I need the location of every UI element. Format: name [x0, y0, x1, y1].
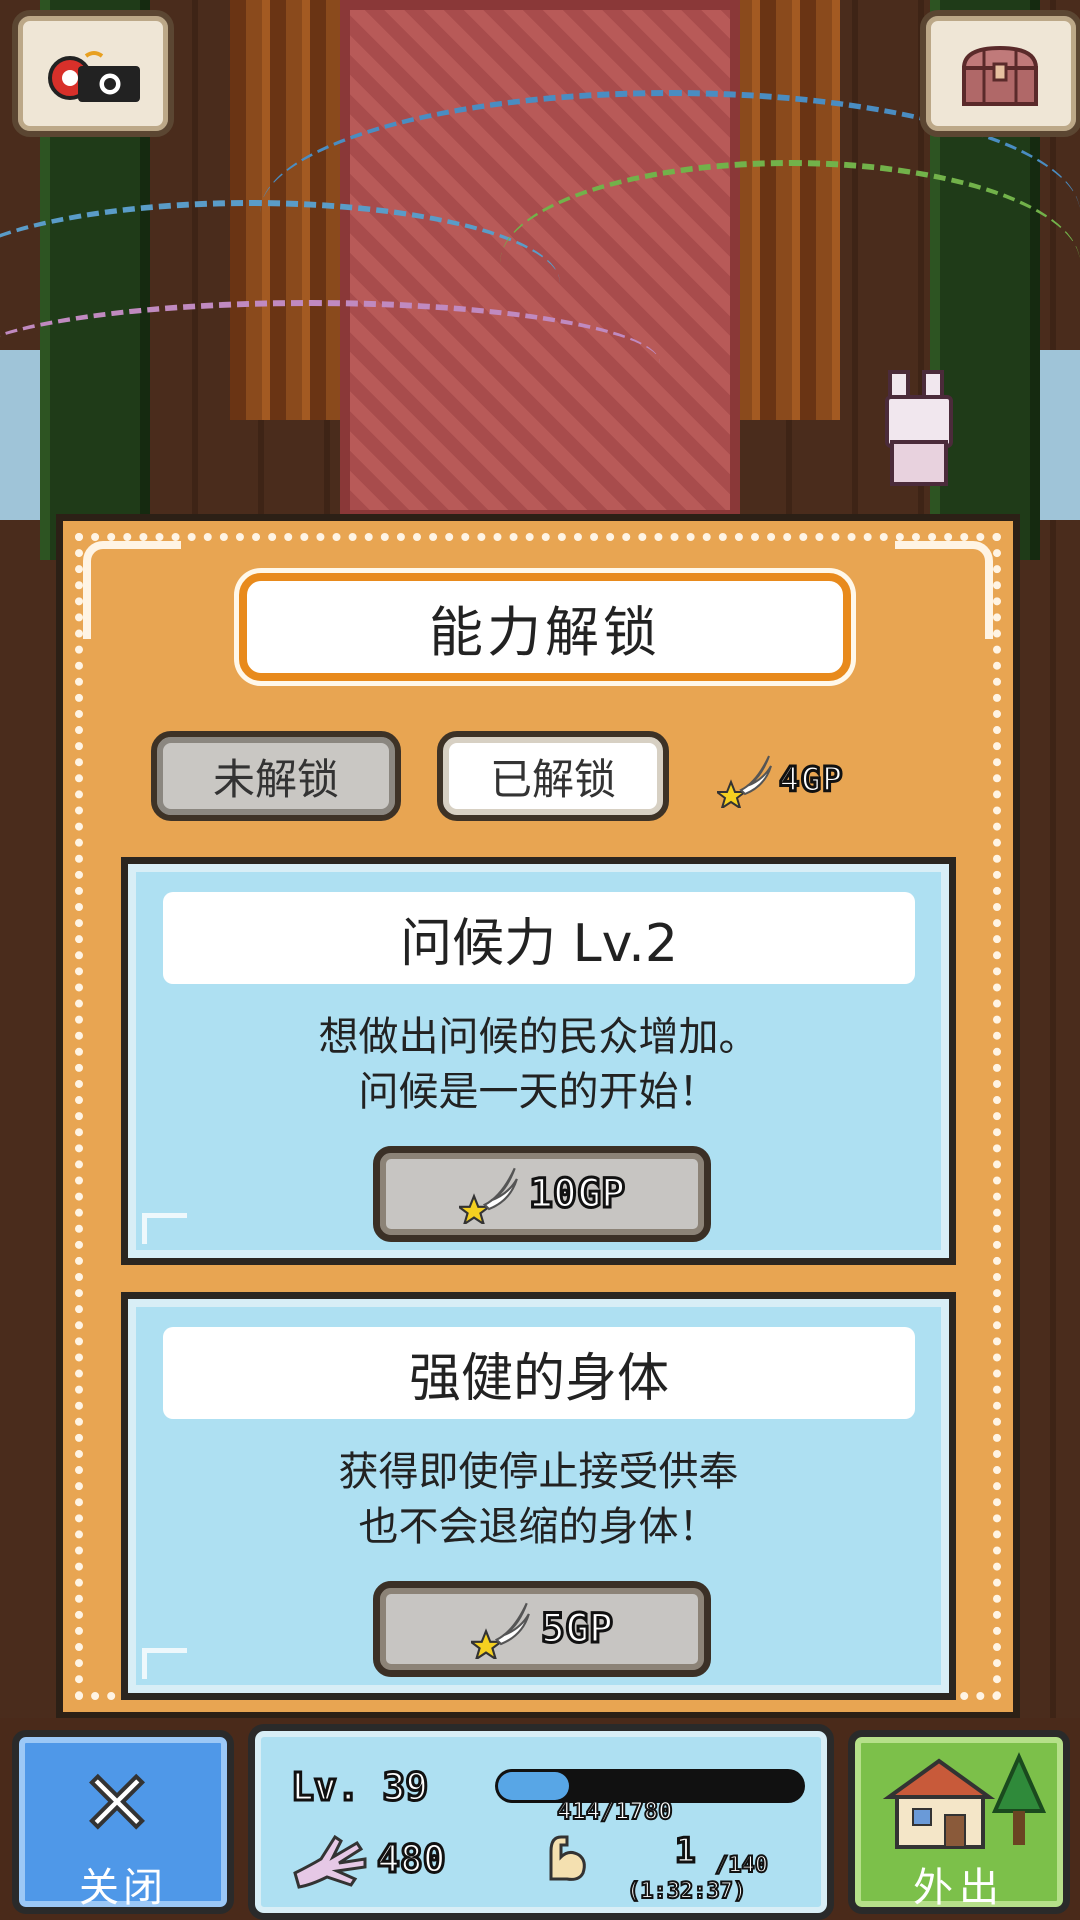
ability-unlock-panel: 能力解锁 未解锁 已解锁 4GP 问候力 Lv.2 想做出问候的民众增加。 问候… — [56, 514, 1020, 1719]
description-line: 获得即使停止接受供奉 — [338, 1449, 739, 1495]
description-line: 问候是一天的开始！ — [358, 1069, 719, 1115]
frost-ornament — [142, 1648, 187, 1679]
gp-total: 4GP — [717, 745, 844, 815]
panel-title-box: 能力解锁 — [239, 573, 851, 681]
ability-description: 想做出问候的民众增加。 问候是一天的开始！ — [128, 1010, 949, 1120]
level-label: Lv. 39 — [289, 1764, 429, 1811]
camera-icon — [48, 51, 140, 102]
go-out-button[interactable]: 外出 — [848, 1730, 1070, 1914]
tab-unlocked[interactable]: 已解锁 — [437, 731, 669, 821]
house-icon — [882, 1752, 1047, 1849]
hands-count: 480 — [376, 1836, 448, 1883]
ability-card: 问候力 Lv.2 想做出问候的民众增加。 问候是一天的开始！ 10GP — [121, 857, 956, 1265]
treasure-chest-button[interactable] — [920, 10, 1080, 137]
close-button[interactable]: ✕ 关闭 — [12, 1730, 234, 1914]
decor-string — [500, 160, 1080, 366]
panel-title: 能力解锁 — [429, 600, 661, 664]
xp-text: 414/1780 — [556, 1796, 674, 1826]
muscle-arm-icon — [549, 1835, 586, 1881]
strength-current: 1 — [673, 1830, 697, 1873]
description-line: 也不会退缩的身体！ — [358, 1504, 719, 1550]
close-icon: ✕ — [79, 1754, 155, 1854]
winged-star-icon — [717, 755, 772, 808]
ability-card: 强健的身体 获得即使停止接受供奉 也不会退缩的身体！ 5GP — [121, 1292, 956, 1700]
treasure-chest-icon — [961, 45, 1039, 106]
unlock-cost-value: 5GP — [539, 1605, 614, 1654]
xp-bar-fill — [498, 1772, 569, 1800]
description-line: 想做出问候的民众增加。 — [318, 1014, 759, 1060]
strength-max: /140 — [714, 1852, 769, 1879]
bunny-character — [870, 370, 960, 486]
ability-description: 获得即使停止接受供奉 也不会退缩的身体！ — [128, 1445, 949, 1555]
unlock-cost-button[interactable]: 5GP — [373, 1581, 711, 1677]
winged-star-icon — [458, 1167, 518, 1224]
camera-button[interactable] — [12, 10, 174, 137]
bottom-bar: ✕ 关闭 Lv. 39 414/1780 480 1 /140 (1:32:37… — [0, 1718, 1080, 1920]
ability-title: 问候力 Lv.2 — [163, 892, 915, 984]
winged-star-icon — [470, 1602, 530, 1659]
go-out-label: 外出 — [913, 1865, 1005, 1911]
corner-ornament — [83, 541, 181, 639]
hand-icon — [293, 1834, 367, 1889]
ability-title: 强健的身体 — [163, 1327, 915, 1419]
regen-timer: (1:32:37) — [626, 1878, 747, 1905]
close-label: 关闭 — [79, 1865, 167, 1911]
unlock-cost-button[interactable]: 10GP — [373, 1146, 711, 1242]
corner-ornament — [895, 541, 993, 639]
tab-locked[interactable]: 未解锁 — [151, 731, 401, 821]
unlock-cost-value: 10GP — [527, 1170, 626, 1219]
gp-total-value: 4GP — [777, 759, 844, 802]
status-panel: Lv. 39 414/1780 480 1 /140 (1:32:37) — [248, 1724, 834, 1920]
frost-ornament — [142, 1213, 187, 1244]
